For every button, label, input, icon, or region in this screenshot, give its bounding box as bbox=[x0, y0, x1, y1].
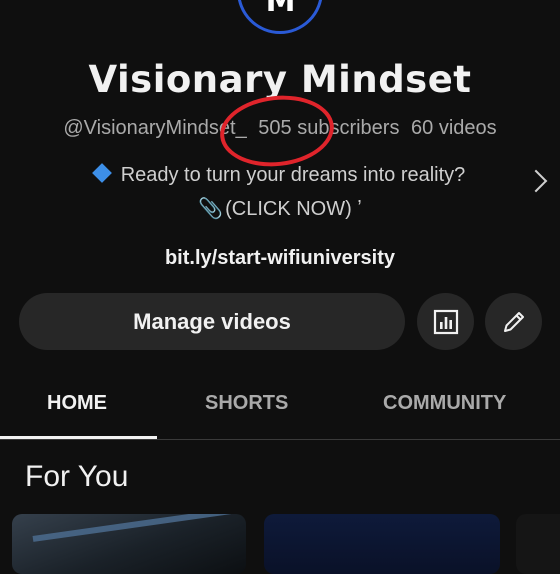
edit-channel-button[interactable] bbox=[485, 293, 542, 350]
video-thumbnail[interactable] bbox=[12, 514, 246, 574]
video-thumbnail[interactable] bbox=[264, 514, 500, 574]
for-you-heading: For You bbox=[25, 460, 129, 493]
manage-videos-button[interactable]: Manage videos bbox=[19, 293, 405, 350]
analytics-icon bbox=[433, 309, 458, 334]
analytics-button[interactable] bbox=[417, 293, 474, 350]
pencil-icon bbox=[503, 311, 524, 332]
thumbnail-light-streak bbox=[32, 514, 232, 542]
avatar-logo: M bbox=[265, 0, 296, 19]
blue-diamond-icon bbox=[91, 163, 112, 183]
paperclip-icon: 📎 bbox=[198, 198, 224, 220]
channel-link[interactable]: bit.ly/start-wifiuniversity bbox=[0, 247, 560, 270]
tab-shorts[interactable]: SHORTS bbox=[205, 392, 288, 415]
channel-avatar[interactable]: M bbox=[237, 0, 323, 34]
tabs-divider bbox=[0, 439, 560, 440]
tab-home[interactable]: HOME bbox=[47, 392, 107, 415]
channel-description[interactable]: Ready to turn your dreams into reality? … bbox=[0, 158, 560, 226]
tab-community[interactable]: COMMUNITY bbox=[383, 392, 506, 415]
description-line-1: Ready to turn your dreams into reality? bbox=[120, 164, 466, 186]
video-thumbnail[interactable] bbox=[516, 514, 560, 574]
channel-tabs: HOME SHORTS COMMUNITY bbox=[0, 372, 560, 440]
description-line-2: (CLICK NOW) ʼ bbox=[225, 198, 362, 220]
video-count: 60 videos bbox=[411, 117, 497, 139]
channel-name: Visionary Mindset bbox=[88, 58, 472, 101]
